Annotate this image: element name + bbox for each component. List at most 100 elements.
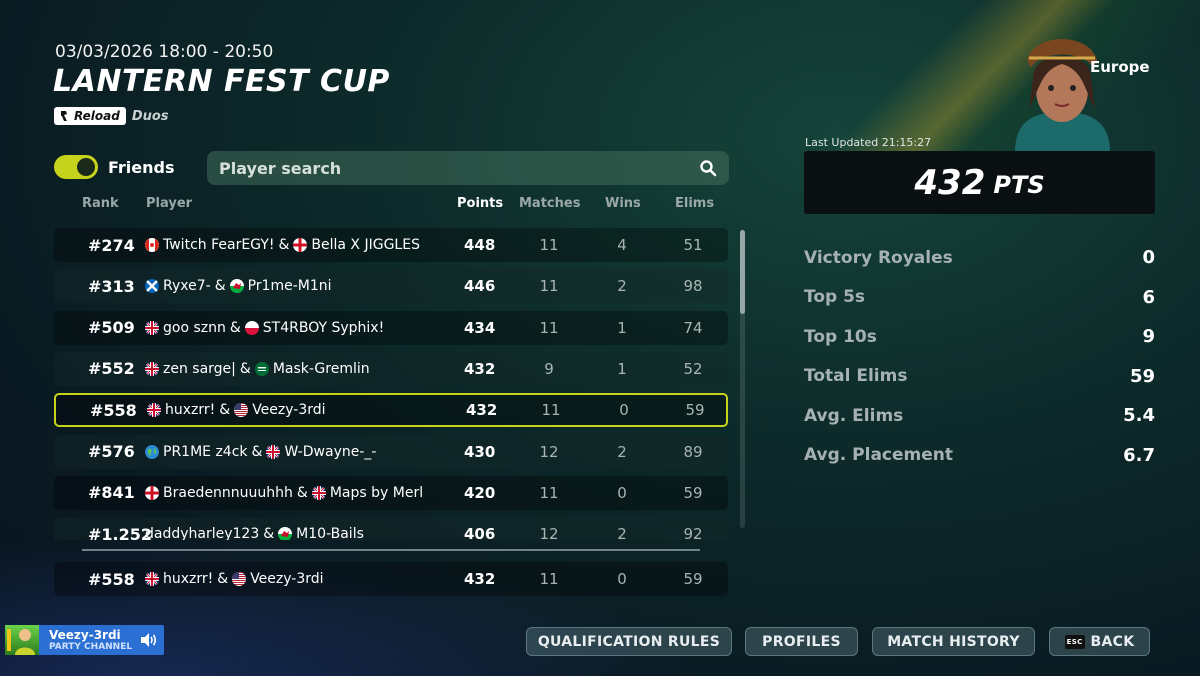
- player-cell: daddyharley123 & M10-Bails: [145, 526, 364, 540]
- friends-filter: Friends: [54, 155, 175, 179]
- elims-cell: 98: [683, 277, 703, 296]
- wins-cell: 4: [617, 236, 627, 254]
- flag-gb-icon: [145, 320, 159, 335]
- elims-cell: 89: [683, 442, 703, 461]
- stat-label: Victory Royales: [804, 247, 953, 268]
- search-icon[interactable]: [699, 159, 717, 177]
- player-one-name: huxzrr!: [163, 571, 214, 587]
- header-rank[interactable]: Rank: [82, 196, 119, 211]
- stat-label: Top 5s: [804, 287, 866, 308]
- party-channel-label: PARTY CHANNEL: [49, 642, 133, 652]
- header-matches[interactable]: Matches: [519, 196, 580, 211]
- header-elims[interactable]: Elims: [675, 196, 714, 211]
- elims-cell: 59: [685, 401, 705, 420]
- ampersand: &: [296, 484, 308, 501]
- player-two-name: ST4RBOY Syphix!: [262, 319, 385, 336]
- header-points[interactable]: Points: [457, 196, 503, 211]
- flag-gb-icon: [266, 444, 281, 459]
- player-one-name: Ryxe7-: [163, 278, 211, 295]
- points-cell: 446: [464, 277, 496, 296]
- leaderboard-row[interactable]: #1.252 daddyharley123 & M10-Bails 406 12 2 92: [54, 517, 728, 540]
- player-two-name: Bella X JIGGLES: [311, 237, 420, 253]
- stats-list: Victory Royales 0 Top 5s 6 Top 10s 9 Total Eli…: [804, 238, 1155, 475]
- reload-icon: [61, 111, 67, 121]
- speaker-icon[interactable]: [140, 632, 158, 648]
- self-row-container: #558 huxzrr! & Veezy-3rdi 432 11 0 59: [54, 562, 728, 596]
- player-search-input[interactable]: [219, 158, 699, 178]
- flag-globe-icon: [145, 444, 159, 459]
- rank-cell: #558: [88, 569, 135, 589]
- elims-cell: 74: [683, 318, 703, 337]
- rank-cell: #313: [88, 276, 135, 296]
- player-one-name: daddyharley123: [145, 526, 260, 540]
- rank-cell: #1.252: [88, 524, 153, 540]
- reload-label: Reload: [74, 109, 120, 123]
- matches-cell: 9: [544, 359, 554, 378]
- wins-cell: 2: [617, 277, 627, 296]
- stat-row: Avg. Placement 6.7: [804, 436, 1155, 476]
- wins-cell: 0: [617, 570, 627, 588]
- player-cell: zen sarge| & Mask-Gremlin: [145, 361, 370, 377]
- points-cell: 430: [464, 442, 496, 461]
- stat-label: Avg. Elims: [804, 405, 904, 426]
- mode-type: Duos: [131, 108, 169, 124]
- profiles-button[interactable]: PROFILES: [745, 627, 858, 656]
- self-leaderboard-row[interactable]: #558 huxzrr! & Veezy-3rdi 432 11 0 59: [54, 562, 728, 596]
- mode-row: Reload Duos: [54, 107, 169, 125]
- separator: [82, 549, 700, 551]
- rank-cell: #509: [88, 318, 135, 338]
- flag-pl-icon: [244, 320, 259, 335]
- points-cell: 406: [464, 525, 496, 540]
- points-unit: PTS: [993, 170, 1045, 199]
- elims-cell: 52: [683, 359, 703, 378]
- stat-value: 6: [1142, 286, 1155, 308]
- player-two-name: M10-Bails: [296, 526, 364, 540]
- leaderboard-row[interactable]: #558 huxzrr! & Veezy-3rdi 432 11 0 59: [54, 393, 728, 428]
- matches-cell: 11: [539, 570, 559, 588]
- leaderboard-row[interactable]: #274 Twitch FearEGY! & Bella X JIGGLES 448 11…: [54, 228, 728, 262]
- wins-cell: 0: [619, 401, 629, 420]
- flag-en-icon: [293, 238, 308, 252]
- match-history-button[interactable]: MATCH HISTORY: [872, 627, 1035, 656]
- rank-cell: #552: [88, 359, 135, 379]
- ampersand: &: [219, 402, 231, 419]
- leaderboard-row[interactable]: #576 PR1ME z4ck & W-Dwayne-_- 430 12 2 89: [54, 434, 728, 469]
- flag-gb-icon: [311, 485, 326, 500]
- leaderboard-row[interactable]: #552 zen sarge| & Mask-Gremlin 432 9 1 52: [54, 351, 728, 386]
- points-cell: 434: [464, 318, 496, 337]
- friends-label: Friends: [108, 157, 175, 177]
- flag-en-icon: [145, 485, 159, 500]
- player-one-name: zen sarge|: [163, 360, 236, 377]
- stat-value: 6.7: [1123, 444, 1155, 466]
- scrollbar[interactable]: [740, 230, 745, 528]
- event-datetime: 03/03/2026 18:00 - 20:50: [55, 42, 274, 62]
- qualification-rules-button[interactable]: QUALIFICATION RULES: [526, 627, 732, 656]
- friends-toggle[interactable]: [54, 155, 98, 179]
- player-one-name: goo sznn: [163, 319, 226, 336]
- esc-key-icon: ESC: [1064, 634, 1085, 649]
- flag-sc-icon: [145, 279, 159, 294]
- ampersand: &: [278, 237, 290, 253]
- matches-cell: 11: [541, 401, 561, 420]
- back-button[interactable]: ESC BACK: [1049, 627, 1150, 656]
- player-cell: goo sznn & ST4RBOY Syphix!: [145, 320, 384, 336]
- flag-gb-icon: [145, 572, 159, 586]
- header-player[interactable]: Player: [146, 196, 192, 211]
- stat-value: 9: [1142, 326, 1155, 348]
- leaderboard-row[interactable]: #509 goo sznn & ST4RBOY Syphix! 434 11 1 74: [54, 310, 728, 345]
- ampersand: &: [217, 571, 229, 587]
- wins-cell: 1: [617, 359, 627, 378]
- leaderboard-row[interactable]: #313 Ryxe7- & Pr1me-M1ni 446 11 2 98: [54, 269, 728, 304]
- header-wins[interactable]: Wins: [605, 196, 641, 211]
- party-channel[interactable]: Veezy-3rdi PARTY CHANNEL: [5, 625, 164, 655]
- toggle-knob: [77, 158, 95, 176]
- leaderboard-row[interactable]: #841 Braedennnuuuhhh & Maps by Merl 420 11 0 59: [54, 475, 728, 510]
- ampersand: &: [214, 278, 226, 295]
- scroll-thumb[interactable]: [740, 230, 745, 314]
- points-cell: 420: [464, 483, 496, 502]
- matches-cell: 12: [539, 525, 559, 540]
- avatar: [5, 625, 39, 655]
- flag-gb-icon: [145, 361, 159, 376]
- rank-cell: #558: [90, 400, 137, 420]
- wins-cell: 0: [617, 483, 627, 502]
